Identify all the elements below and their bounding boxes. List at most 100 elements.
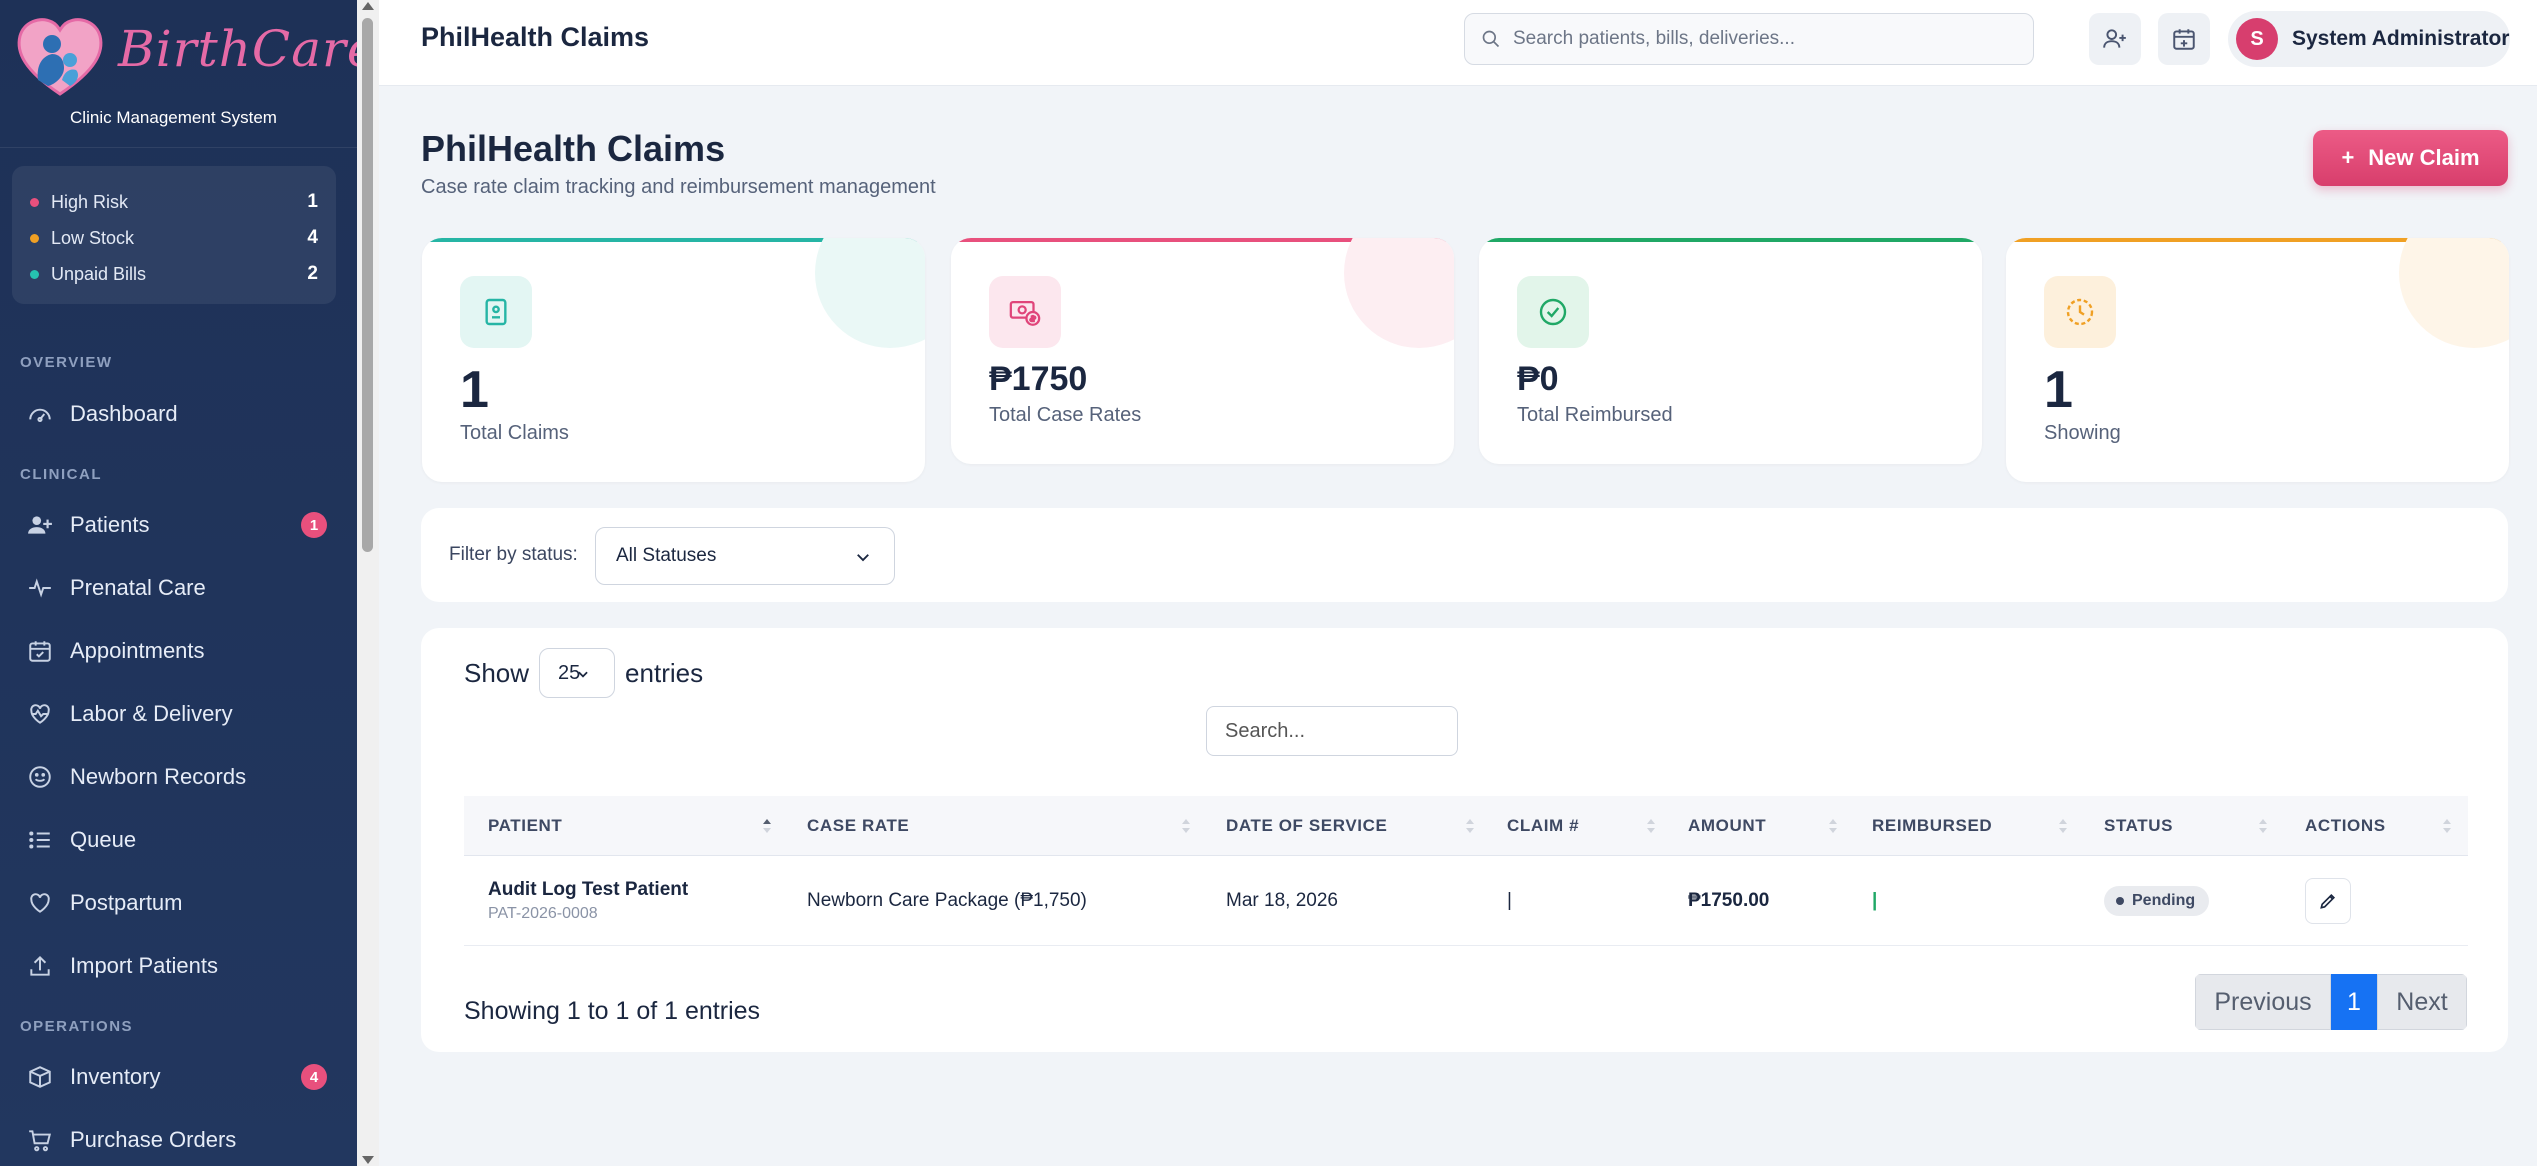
stat-value: 1 bbox=[460, 361, 489, 419]
alert-unpaid-bills[interactable]: Unpaid Bills 2 bbox=[30, 256, 318, 292]
alert-low-stock[interactable]: Low Stock 4 bbox=[30, 220, 318, 256]
column-header-date-of-service[interactable]: DATE OF SERVICE bbox=[1226, 796, 1491, 856]
new-claim-button[interactable]: + New Claim bbox=[2313, 130, 2508, 186]
patient-name[interactable]: Audit Log Test Patient bbox=[488, 879, 688, 901]
status-filter-value: All Statuses bbox=[616, 545, 717, 566]
sidebar-item-label: Import Patients bbox=[70, 953, 218, 978]
sidebar-item-prenatal-care[interactable]: Prenatal Care bbox=[0, 561, 345, 615]
status-label: Pending bbox=[2132, 892, 2196, 909]
pagination-next[interactable]: Next bbox=[2377, 974, 2467, 1030]
sidebar-item-label: Inventory bbox=[70, 1064, 161, 1089]
status-filter-select[interactable]: All Statuses bbox=[595, 527, 895, 585]
user-menu[interactable]: S System Administrator bbox=[2228, 11, 2510, 67]
column-header-reimbursed[interactable]: REIMBURSED bbox=[1872, 796, 2084, 856]
cart-icon bbox=[26, 1126, 54, 1154]
sidebar-item-newborn-records[interactable]: Newborn Records bbox=[0, 750, 345, 804]
sidebar-item-labor-delivery[interactable]: Labor & Delivery bbox=[0, 687, 345, 741]
box-icon bbox=[26, 1063, 54, 1091]
alert-dot bbox=[30, 197, 39, 207]
heart-icon bbox=[26, 889, 54, 917]
brand-subtitle: Clinic Management System bbox=[70, 108, 277, 127]
column-label: CLAIM # bbox=[1507, 816, 1580, 835]
page-length-select[interactable]: 25 bbox=[539, 648, 616, 698]
scroll-down-icon[interactable] bbox=[362, 1156, 374, 1164]
alert-high-risk[interactable]: High Risk 1 bbox=[30, 184, 318, 220]
stat-card-showing: 1 Showing bbox=[2006, 238, 2509, 482]
table-search-input[interactable] bbox=[1206, 706, 1458, 756]
sidebar-item-inventory[interactable]: Inventory 4 bbox=[0, 1050, 345, 1104]
cell-actions bbox=[2305, 856, 2351, 946]
sidebar-item-dashboard[interactable]: Dashboard bbox=[0, 387, 345, 441]
sidebar-item-label: Newborn Records bbox=[70, 764, 247, 789]
card-decoration bbox=[2399, 238, 2509, 348]
user-plus-icon bbox=[26, 511, 54, 539]
card-accent bbox=[1479, 238, 1982, 242]
brand-name: BirthCare bbox=[118, 20, 357, 78]
search-icon bbox=[1482, 30, 1500, 48]
alert-label: Unpaid Bills bbox=[51, 263, 147, 284]
cell-patient: Audit Log Test Patient PAT-2026-0008 bbox=[488, 856, 688, 946]
stat-label: Total Reimbursed bbox=[1517, 404, 1673, 426]
cell-date-of-service: Mar 18, 2026 bbox=[1226, 890, 1338, 911]
list-icon bbox=[26, 826, 54, 854]
alert-count: 4 bbox=[307, 227, 318, 248]
sidebar-item-postpartum[interactable]: Postpartum bbox=[0, 876, 345, 930]
alert-count: 1 bbox=[307, 191, 318, 212]
sort-icon bbox=[1647, 819, 1655, 833]
clock-icon bbox=[2044, 276, 2116, 348]
sidebar-item-patients[interactable]: Patients 1 bbox=[0, 498, 345, 552]
sidebar-item-purchase-orders[interactable]: Purchase Orders bbox=[0, 1113, 345, 1166]
cell-claim-number: | bbox=[1507, 890, 1512, 911]
stat-label: Total Case Rates bbox=[989, 404, 1142, 426]
heart-pulse-icon bbox=[26, 700, 54, 728]
column-header-patient[interactable]: PATIENT bbox=[488, 796, 788, 856]
table-info: Showing 1 to 1 of 1 entries bbox=[464, 997, 761, 1025]
alert-label: High Risk bbox=[51, 191, 129, 212]
calendar-plus-icon bbox=[2173, 29, 2195, 50]
column-label: STATUS bbox=[2104, 816, 2174, 835]
column-header-actions[interactable]: ACTIONS bbox=[2305, 796, 2468, 856]
stat-value: ₱0 bbox=[1517, 360, 1559, 398]
sidebar-item-label: Postpartum bbox=[70, 890, 183, 915]
column-header-amount[interactable]: AMOUNT bbox=[1688, 796, 1854, 856]
sidebar-item-import-patients[interactable]: Import Patients bbox=[0, 939, 345, 993]
global-search[interactable] bbox=[1464, 13, 2034, 65]
scrollbar-thumb[interactable] bbox=[362, 18, 373, 552]
edit-claim-button[interactable] bbox=[2305, 878, 2351, 924]
sidebar-item-queue[interactable]: Queue bbox=[0, 813, 345, 867]
column-header-claim-number[interactable]: CLAIM # bbox=[1507, 796, 1672, 856]
chevron-down-icon bbox=[578, 671, 588, 678]
filter-bar: Filter by status: All Statuses bbox=[421, 508, 2508, 602]
pagination-previous[interactable]: Previous bbox=[2195, 974, 2331, 1030]
column-header-status[interactable]: STATUS bbox=[2104, 796, 2284, 856]
new-appointment-button[interactable] bbox=[2158, 13, 2210, 65]
entries-label: entries bbox=[625, 657, 704, 688]
sidebar-item-label: Appointments bbox=[70, 638, 205, 663]
sort-icon bbox=[2443, 819, 2451, 833]
gauge-icon bbox=[26, 400, 54, 428]
status-dot bbox=[2116, 897, 2124, 905]
stat-label: Total Claims bbox=[460, 422, 569, 444]
alert-dot bbox=[30, 269, 39, 279]
chevron-down-icon bbox=[857, 554, 869, 562]
pagination-page-1[interactable]: 1 bbox=[2331, 974, 2377, 1030]
logo-icon bbox=[17, 18, 103, 96]
column-label: REIMBURSED bbox=[1872, 816, 1993, 835]
stat-value: ₱1750 bbox=[989, 360, 1088, 398]
patient-id: PAT-2026-0008 bbox=[488, 905, 598, 922]
stat-label: Showing bbox=[2044, 422, 2121, 444]
show-label: Show bbox=[464, 657, 530, 688]
sort-icon bbox=[1182, 819, 1190, 833]
card-decoration bbox=[815, 238, 925, 348]
sidebar-item-label: Prenatal Care bbox=[70, 575, 206, 600]
sort-asc-icon bbox=[763, 819, 771, 833]
sidebar-scrollbar[interactable] bbox=[357, 0, 379, 1166]
sort-icon bbox=[1829, 819, 1837, 833]
sidebar-item-appointments[interactable]: Appointments bbox=[0, 624, 345, 678]
table-row: Audit Log Test Patient PAT-2026-0008 New… bbox=[464, 856, 2468, 946]
add-patient-button[interactable] bbox=[2089, 13, 2141, 65]
column-header-case-rate[interactable]: CASE RATE bbox=[807, 796, 1207, 856]
sidebar-item-label: Patients bbox=[70, 512, 150, 537]
global-search-input[interactable] bbox=[1513, 28, 1993, 50]
scroll-up-icon[interactable] bbox=[362, 2, 374, 10]
